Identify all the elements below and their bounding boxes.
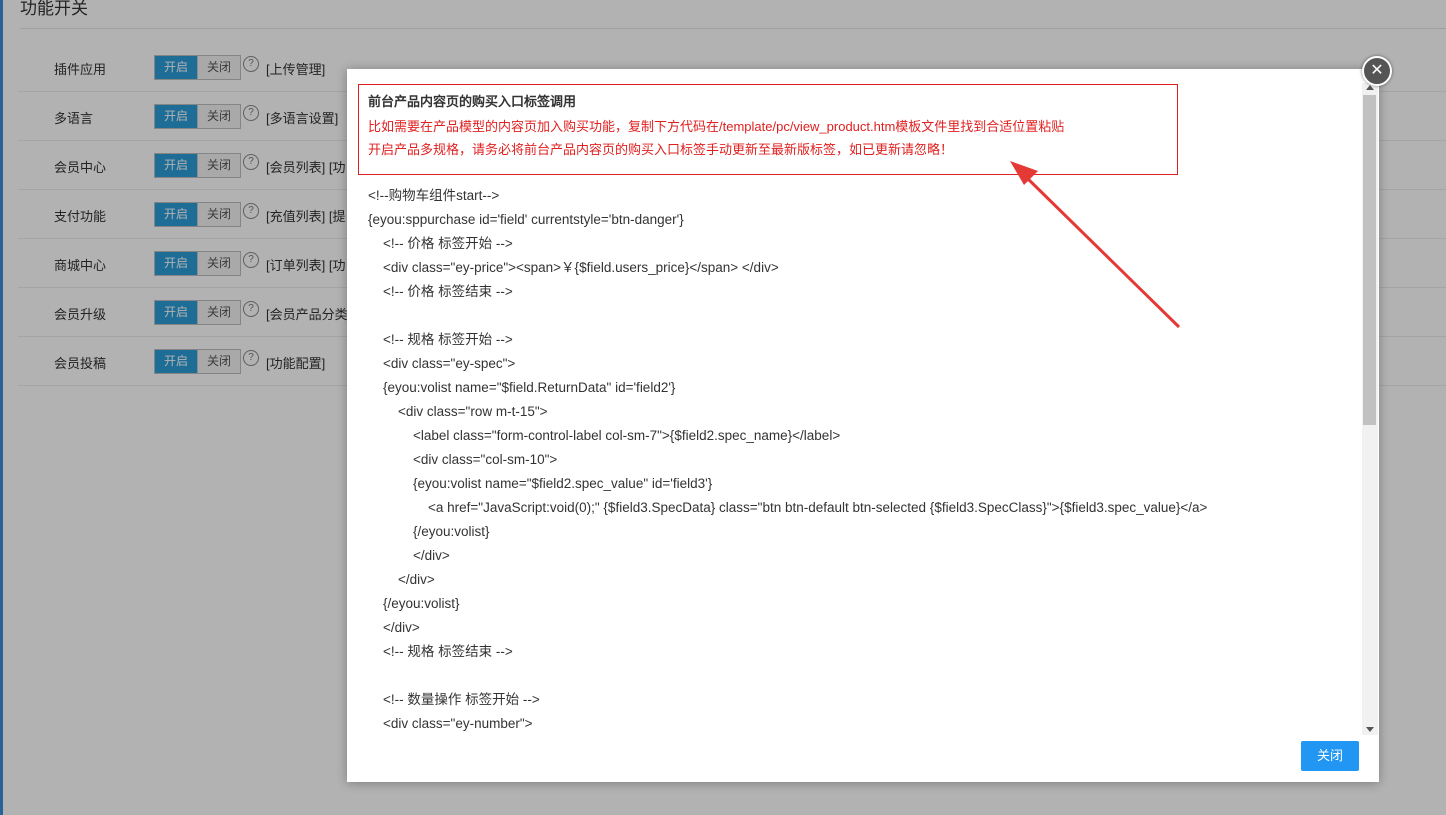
code-line: <!--购物车组件start--> xyxy=(368,188,500,203)
code-line: </div> xyxy=(368,572,435,587)
code-line: <!-- 价格 标签结束 --> xyxy=(368,284,513,299)
scrollbar-thumb[interactable] xyxy=(1363,95,1376,425)
scroll-down-arrow-icon[interactable] xyxy=(1366,727,1374,732)
code-line: <a href="JavaScript:void(0);" {$field3.S… xyxy=(368,500,1208,515)
notice-box: 前台产品内容页的购买入口标签调用 比如需要在产品模型的内容页加入购买功能，复制下… xyxy=(358,84,1178,175)
code-line: <div class="ey-spec"> xyxy=(368,356,516,371)
notice-title: 前台产品内容页的购买入口标签调用 xyxy=(368,94,577,109)
code-line: <!-- 规格 标签结束 --> xyxy=(368,644,513,659)
scroll-up-arrow-icon[interactable] xyxy=(1366,85,1374,90)
code-line: </div> xyxy=(368,620,420,635)
code-line: <label class="form-control-label col-sm-… xyxy=(368,428,841,443)
code-line: {eyou:volist name="$field2.spec_value" i… xyxy=(368,476,713,491)
code-line: {eyou:sppurchase id='field' currentstyle… xyxy=(368,212,684,227)
code-line: {/eyou:volist} xyxy=(368,524,490,539)
code-line: {/eyou:volist} xyxy=(368,596,460,611)
code-block[interactable]: <!--购物车组件start--> {eyou:sppurchase id='f… xyxy=(368,184,1348,736)
code-line: <!-- 数量操作 标签开始 --> xyxy=(368,692,540,707)
code-line: {eyou:volist name="$field.ReturnData" id… xyxy=(368,380,676,395)
close-button[interactable]: 关闭 xyxy=(1301,741,1359,771)
modal-scrollbar[interactable] xyxy=(1362,83,1378,735)
notice-warning: 开启产品多规格，请务必将前台产品内容页的购买入口标签手动更新至最新版标签，如已更… xyxy=(368,142,954,157)
code-line: <div class="ey-price"><span>￥{$field.use… xyxy=(368,260,779,275)
code-modal: 前台产品内容页的购买入口标签调用 比如需要在产品模型的内容页加入购买功能，复制下… xyxy=(347,69,1379,782)
code-line: <!-- 规格 标签开始 --> xyxy=(368,332,513,347)
code-line: <div class="col-sm-10"> xyxy=(368,452,558,467)
code-line: <div class="ey-number"> xyxy=(368,716,533,731)
close-icon[interactable]: ✕ xyxy=(1362,56,1392,86)
code-line: </div> xyxy=(368,548,450,563)
code-line: <!-- 价格 标签开始 --> xyxy=(368,236,513,251)
notice-instruction: 比如需要在产品模型的内容页加入购买功能，复制下方代码在/template/pc/… xyxy=(368,119,1065,134)
code-line: <div class="row m-t-15"> xyxy=(368,404,548,419)
